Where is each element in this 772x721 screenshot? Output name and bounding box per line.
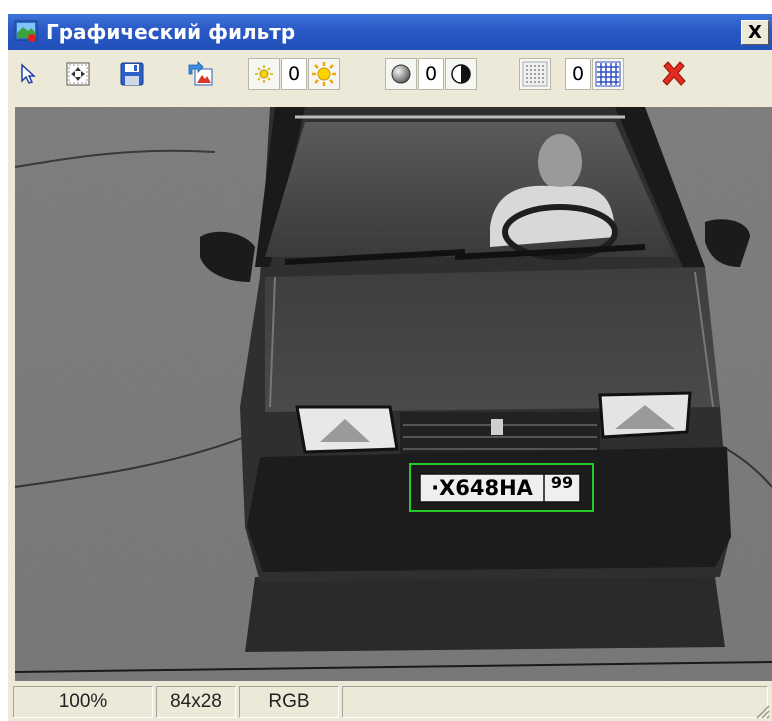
app-icon bbox=[14, 20, 38, 42]
pointer-arrow-icon bbox=[21, 63, 36, 84]
brightness-decrease-button[interactable] bbox=[248, 58, 280, 90]
save-disk-icon bbox=[120, 62, 144, 86]
window-title: Графический фильтр bbox=[46, 20, 296, 44]
brightness-increase-button[interactable] bbox=[308, 58, 340, 90]
sharpness-increase-button[interactable] bbox=[592, 58, 624, 90]
graphic-filter-window: Графический фильтр X 0 0 0 ·X648НА 99 10… bbox=[8, 14, 772, 721]
pointer-button[interactable] bbox=[12, 58, 44, 90]
close-button[interactable]: X bbox=[741, 20, 769, 45]
image-size: 84x28 bbox=[156, 686, 236, 718]
resize-grip-icon[interactable] bbox=[754, 703, 770, 719]
sharpness-decrease-button[interactable] bbox=[519, 58, 551, 90]
sharpness-increase-icon bbox=[595, 61, 621, 87]
color-mode: RGB bbox=[239, 686, 339, 718]
sharpness-decrease-icon bbox=[522, 61, 548, 87]
zoom-level: 100% bbox=[13, 686, 153, 718]
contrast-decrease-button[interactable] bbox=[385, 58, 417, 90]
contrast-decrease-icon bbox=[391, 64, 411, 84]
export-button[interactable] bbox=[184, 58, 216, 90]
contrast-increase-icon bbox=[451, 64, 471, 84]
brightness-value[interactable]: 0 bbox=[281, 58, 307, 90]
car-photo bbox=[15, 107, 772, 681]
image-viewport[interactable]: ·X648НА 99 bbox=[15, 107, 772, 681]
red-x-reset-icon bbox=[662, 61, 686, 86]
contrast-value[interactable]: 0 bbox=[418, 58, 444, 90]
brightness-decrease-icon bbox=[255, 65, 273, 83]
title-bar[interactable]: Графический фильтр X bbox=[8, 14, 772, 50]
brightness-increase-icon bbox=[312, 62, 336, 86]
status-message bbox=[342, 686, 768, 718]
reset-button[interactable] bbox=[658, 58, 690, 90]
fit-button[interactable] bbox=[62, 58, 94, 90]
license-plate-region: 99 bbox=[550, 473, 574, 492]
sharpness-value[interactable]: 0 bbox=[565, 58, 591, 90]
contrast-increase-button[interactable] bbox=[445, 58, 477, 90]
fit-to-window-icon bbox=[66, 62, 90, 86]
export-image-icon bbox=[188, 61, 213, 86]
toolbar: 0 0 0 bbox=[8, 52, 772, 100]
save-button[interactable] bbox=[116, 58, 148, 90]
status-bar: 100% 84x28 RGB bbox=[8, 684, 772, 721]
license-plate-number: ·X648НА bbox=[431, 476, 533, 500]
